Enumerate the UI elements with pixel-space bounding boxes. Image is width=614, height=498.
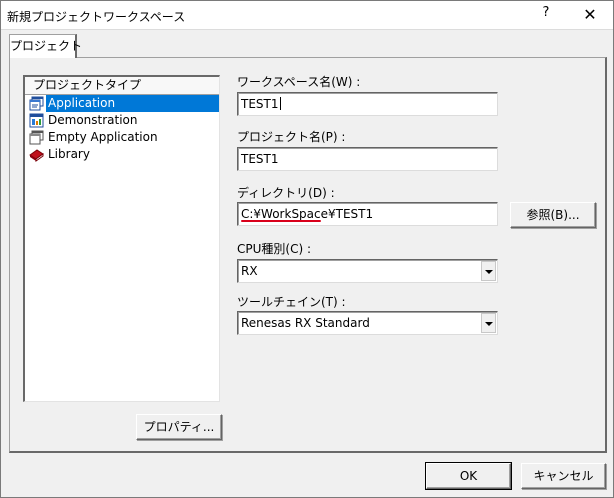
project-type-header: プロジェクトタイプ bbox=[25, 77, 219, 95]
directory-annotation-underline bbox=[241, 220, 321, 222]
directory-label: ディレクトリ(D) : bbox=[237, 186, 335, 200]
toolchain-label: ツールチェイン(T) : bbox=[237, 295, 346, 309]
window-title: 新規プロジェクトワークスペース bbox=[7, 10, 186, 24]
cpu-type-select[interactable]: RX bbox=[237, 259, 498, 283]
tab-project[interactable]: プロジェクト bbox=[9, 34, 82, 58]
cancel-button[interactable]: キャンセル bbox=[521, 463, 606, 489]
browse-button[interactable]: 参照(B)... bbox=[510, 202, 596, 228]
chevron-down-icon[interactable] bbox=[481, 261, 496, 281]
project-name-input[interactable]: TEST1 bbox=[237, 147, 498, 171]
project-type-list[interactable]: プロジェクトタイプ Application Demonstration Empt… bbox=[23, 75, 220, 402]
list-item-label: Application bbox=[46, 95, 219, 112]
workspace-name-input[interactable]: TEST1 bbox=[237, 92, 498, 116]
list-item-empty-application[interactable]: Empty Application bbox=[25, 129, 219, 146]
directory-value: C:¥WorkSpace¥TEST1 bbox=[241, 207, 374, 221]
help-button[interactable]: ? bbox=[537, 5, 555, 25]
workspace-name-label: ワークスペース名(W) : bbox=[237, 75, 361, 89]
new-project-workspace-dialog: 新規プロジェクトワークスペース ? ✕ プロジェクト プロジェクトタイプ App… bbox=[0, 0, 614, 498]
list-item-label: Demonstration bbox=[48, 113, 138, 127]
properties-button[interactable]: プロパティ... bbox=[136, 414, 222, 440]
application-icon bbox=[29, 96, 44, 111]
cpu-type-label: CPU種別(C) : bbox=[237, 242, 311, 256]
list-item-demonstration[interactable]: Demonstration bbox=[25, 112, 219, 129]
list-item-application[interactable]: Application bbox=[25, 95, 219, 112]
list-item-label: Library bbox=[48, 147, 90, 161]
list-item-library[interactable]: Library bbox=[25, 146, 219, 163]
library-icon bbox=[29, 147, 44, 162]
demonstration-icon bbox=[29, 113, 44, 128]
cpu-type-value: RX bbox=[241, 264, 258, 278]
list-item-label: Empty Application bbox=[48, 130, 158, 144]
close-button[interactable]: ✕ bbox=[579, 4, 601, 26]
directory-input[interactable]: C:¥WorkSpace¥TEST1 bbox=[237, 202, 498, 226]
workspace-name-value: TEST1 bbox=[241, 97, 279, 111]
toolchain-select[interactable]: Renesas RX Standard bbox=[237, 311, 498, 335]
title-bar: 新規プロジェクトワークスペース ? ✕ bbox=[1, 1, 613, 30]
text-caret bbox=[279, 97, 281, 110]
chevron-down-icon[interactable] bbox=[481, 313, 496, 333]
project-name-label: プロジェクト名(P) : bbox=[237, 130, 346, 144]
toolchain-value: Renesas RX Standard bbox=[241, 316, 370, 330]
ok-button[interactable]: OK bbox=[425, 462, 512, 490]
project-name-value: TEST1 bbox=[241, 152, 279, 166]
empty-application-icon bbox=[29, 130, 44, 145]
